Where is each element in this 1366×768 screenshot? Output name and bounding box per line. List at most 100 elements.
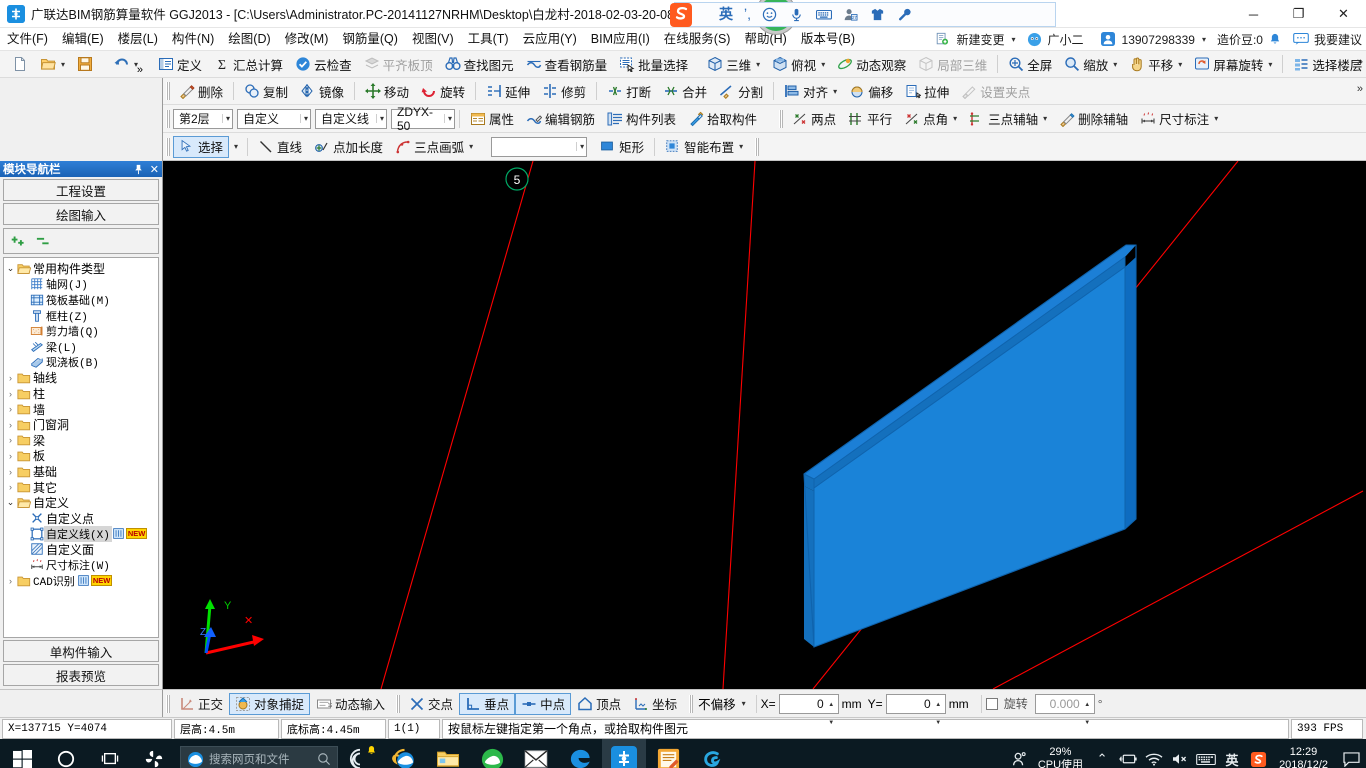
component-type-select[interactable]: 自定义线 ▾ [315,108,387,129]
menu-0[interactable]: 文件(F) [0,29,55,50]
new-change-caret-icon[interactable]: ▾ [1012,35,1016,44]
tray-chevron-up-icon[interactable]: ⌃ [1089,739,1115,768]
toolbar1-chevron-icon[interactable]: » [1357,56,1363,68]
平移-button[interactable]: 平移 ▾ [1123,53,1188,75]
删除辅轴-button[interactable]: 删除辅轴 [1053,108,1134,130]
汇总计算-button[interactable]: Σ 汇总计算 [208,53,289,75]
add-icon[interactable] [11,234,29,249]
tree-item-12[interactable]: › 板 [4,448,158,464]
canvas-svg[interactable]: 5 [163,161,1366,689]
drawing-canvas[interactable]: 5 [163,161,1366,689]
draw-mode-select[interactable]: ▾ [491,136,588,157]
偏移-button[interactable]: 偏移 [843,80,899,102]
tree-item-7[interactable]: › 轴线 [4,370,158,386]
suggest-bubble-icon[interactable] [1293,32,1309,48]
offset-mode-label[interactable]: 不偏移 [698,694,736,713]
assistant-label[interactable]: 广小二 [1048,31,1084,48]
垂点-button[interactable]: 垂点 [459,692,516,715]
taskbar-glodon-button[interactable] [602,739,646,768]
close-panel-icon[interactable]: ✕ [150,163,159,176]
taskbar-explorer-button[interactable] [426,739,470,768]
search-icon[interactable] [317,752,331,766]
taskbar-cortana-ring-button[interactable] [338,739,382,768]
顶点-button[interactable]: 顶点 [571,693,627,715]
save-button[interactable] [71,53,99,75]
tray-sogou-icon[interactable] [1245,739,1271,768]
app-fan-icon-button[interactable] [132,739,176,768]
caret-down-icon[interactable]: ▾ [469,142,473,151]
menu-13[interactable]: 版本号(B) [794,29,862,50]
ime-keyboard-icon[interactable] [816,7,832,23]
tree-toggle-icon[interactable]: › [4,404,17,414]
tray-language-label[interactable]: 英 [1219,739,1245,768]
optbar-grip-2[interactable] [396,694,401,713]
nav-panel-tools[interactable]: ✕ [134,161,159,177]
rotate-input[interactable]: 0.000 ▲ ▼ [1034,693,1095,726]
caret-down-icon[interactable]: ▾ [821,60,825,69]
坐标-button[interactable]: 坐标 [627,693,683,715]
设置夹点-button[interactable]: 设置夹点 [955,80,1036,102]
category-select[interactable]: 自定义 ▾ [237,108,311,129]
三点画弧-button[interactable]: 三点画弧 ▾ [389,136,479,158]
tree-item-15[interactable]: ⌄ 自定义 [4,495,158,511]
floor-select[interactable]: 第2层 ▾ [173,108,233,129]
windows-taskbar[interactable]: 搜索网页和文件 29% CPU使用 ⌃ 英 12:29 2018/12/2 [0,739,1366,768]
caret-down-icon[interactable]: ▾ [1178,60,1182,69]
taskbar-edge-button[interactable] [558,739,602,768]
caret-down-icon[interactable]: ▾ [756,60,760,69]
批量选择-button[interactable]: 批量选择 [613,53,694,75]
tree-toggle-icon[interactable]: › [4,435,17,445]
snap-toggles[interactable]: 正交 对象捕捉 12 动态输入 [173,692,391,715]
点角-button[interactable]: 点角 ▾ [898,108,963,130]
tree-item-9[interactable]: › 墙 [4,401,158,417]
分割-button[interactable]: 分割 [713,80,769,102]
tree-item-3[interactable]: 框柱(Z) [4,308,158,324]
ime-lang-label[interactable]: 英 [719,7,733,23]
menu-5[interactable]: 修改(M) [278,29,336,50]
menu-items[interactable]: 文件(F) 编辑(E) 楼层(L) 构件(N) 绘图(D) 修改(M) 钢筋量(Q) 视图(V… [0,29,862,50]
旋转-button[interactable]: 旋转 [415,80,471,102]
toolbar-grip-3[interactable] [166,82,170,100]
延伸-button[interactable]: 延伸 [480,80,536,102]
全屏-button[interactable]: 全屏 [1002,53,1058,75]
ime-settings-wrench-icon[interactable] [897,7,913,23]
y-coordinate-input[interactable]: 0 ▲ ▼ [885,693,946,726]
tree-item-2[interactable]: 筏板基础(M) [4,292,158,308]
offset-mode-caret-icon[interactable]: ▾ [742,699,746,708]
task-view-button[interactable] [88,739,132,768]
tree-item-16[interactable]: 自定义点 [4,511,158,527]
pin-icon[interactable] [134,164,143,175]
sidebar-button-report-preview[interactable]: 报表预览 [3,664,159,686]
修剪-button[interactable]: 修剪 [536,80,592,102]
动态输入-button[interactable]: 12 动态输入 [310,693,391,715]
action-center-icon[interactable] [1336,739,1366,768]
system-tray[interactable]: 29% CPU使用 ⌃ 英 12:29 2018/12/2 [1006,739,1366,768]
menu-4[interactable]: 绘图(D) [221,29,277,50]
menu-bar-right[interactable]: 新建变更 ▾ 广小二 13907298339 ▾ 造价豆:0 我要建议 [935,28,1362,51]
toolbar-grip-6[interactable] [166,137,170,156]
open-caret-icon[interactable]: ▾ [61,60,65,69]
account-caret-icon[interactable]: ▾ [1202,35,1206,44]
tree-item-13[interactable]: › 基础 [4,464,158,480]
taskbar-search-box[interactable]: 搜索网页和文件 [180,746,338,768]
toolbar-row-modify[interactable]: 删除 复制 镜像 移动 旋转 延伸 修剪 打断 合并 分割 对齐 ▾ 偏移 拉伸 设置夹点 » [0,77,1366,105]
拾取构件-button[interactable]: 拾取构件 [682,108,763,130]
caret-down-icon[interactable]: ▾ [1268,60,1272,69]
toolbar2-chevron-icon[interactable]: » [1357,83,1363,95]
x-coordinate-input[interactable]: 0 ▲ ▼ [778,693,839,726]
tree-toggle-icon[interactable]: › [4,389,17,399]
cortana-button[interactable] [44,739,88,768]
sidebar-button-single-component-input[interactable]: 单构件输入 [3,640,159,662]
toolbar-grip-7[interactable] [755,137,760,156]
toolbar-grip-5[interactable] [779,109,784,128]
tree-toggle-icon[interactable]: › [4,451,17,461]
close-button[interactable]: ✕ [1321,0,1366,28]
tree-item-0[interactable]: ⌄ 常用构件类型 [4,261,158,277]
tree-toolbar[interactable] [3,228,159,254]
new-change-label[interactable]: 新建变更 [956,31,1004,48]
people-icon[interactable] [1006,739,1032,768]
drawing-canvas-container[interactable]: 5 Y ✕ Z [163,161,1366,689]
两点-button[interactable]: 两点 [786,108,842,130]
构件列表-button[interactable]: 构件列表 [601,108,682,130]
phone-number[interactable]: 13907298339 [1122,33,1195,47]
